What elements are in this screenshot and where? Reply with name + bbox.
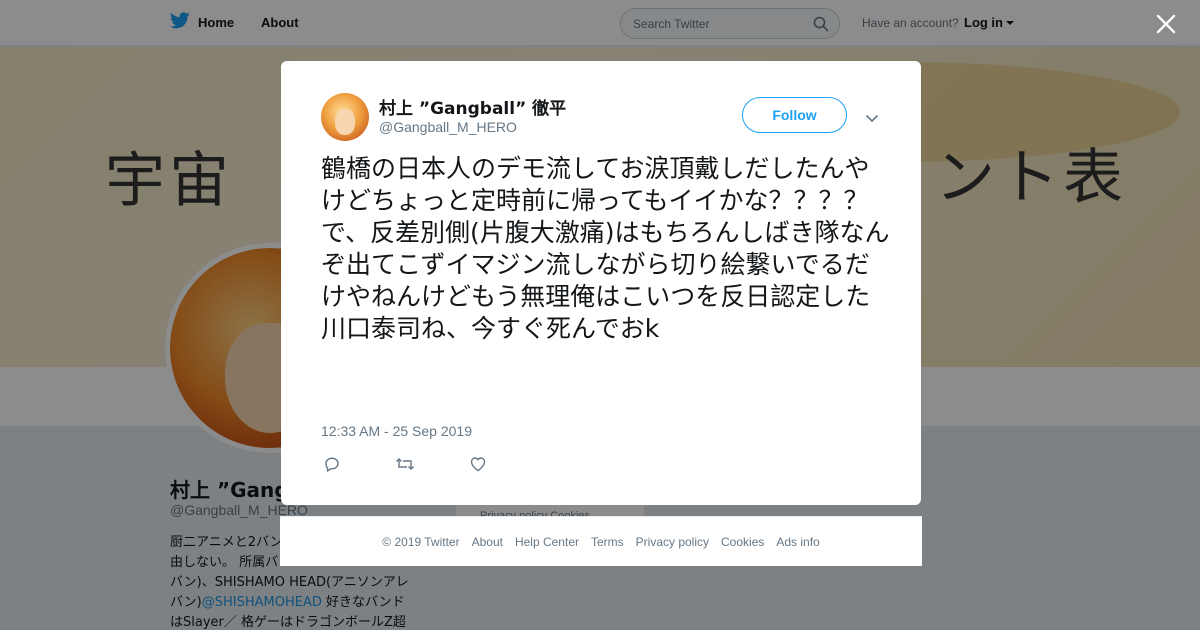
footer-link-ads[interactable]: Ads info xyxy=(776,535,819,549)
footer-link-help[interactable]: Help Center xyxy=(515,535,579,549)
close-icon[interactable] xyxy=(1154,12,1178,36)
footer-link-cookies[interactable]: Cookies xyxy=(721,535,764,549)
tweet-actions xyxy=(323,455,487,473)
footer-copyright: © 2019 Twitter xyxy=(382,534,460,549)
heart-icon[interactable] xyxy=(469,455,487,473)
tweet-author-avatar[interactable] xyxy=(321,93,369,141)
tweet-author-name[interactable]: 村上 ”Gangball” 徹平 xyxy=(379,94,566,119)
footer-link-about[interactable]: About xyxy=(472,535,503,549)
avatar-face xyxy=(335,109,355,135)
footer-link-terms[interactable]: Terms xyxy=(591,535,624,549)
tweet-text: 鶴橋の日本人のデモ流してお涙頂戴しだしたんやけどちょっと定時前に帰ってもイイかな… xyxy=(321,154,890,343)
tweet-author-handle[interactable]: @Gangball_M_HERO xyxy=(379,119,517,135)
footer-link-privacy[interactable]: Privacy policy xyxy=(636,535,709,549)
retweet-icon[interactable] xyxy=(395,455,415,473)
modal-footer: © 2019 Twitter About Help Center Terms P… xyxy=(280,516,922,566)
reply-icon[interactable] xyxy=(323,455,341,473)
chevron-down-icon[interactable] xyxy=(865,109,879,128)
tweet-timestamp[interactable]: 12:33 AM - 25 Sep 2019 xyxy=(321,423,472,439)
follow-button[interactable]: Follow xyxy=(742,97,847,133)
tweet-modal: 村上 ”Gangball” 徹平 @Gangball_M_HERO Follow… xyxy=(281,61,921,505)
